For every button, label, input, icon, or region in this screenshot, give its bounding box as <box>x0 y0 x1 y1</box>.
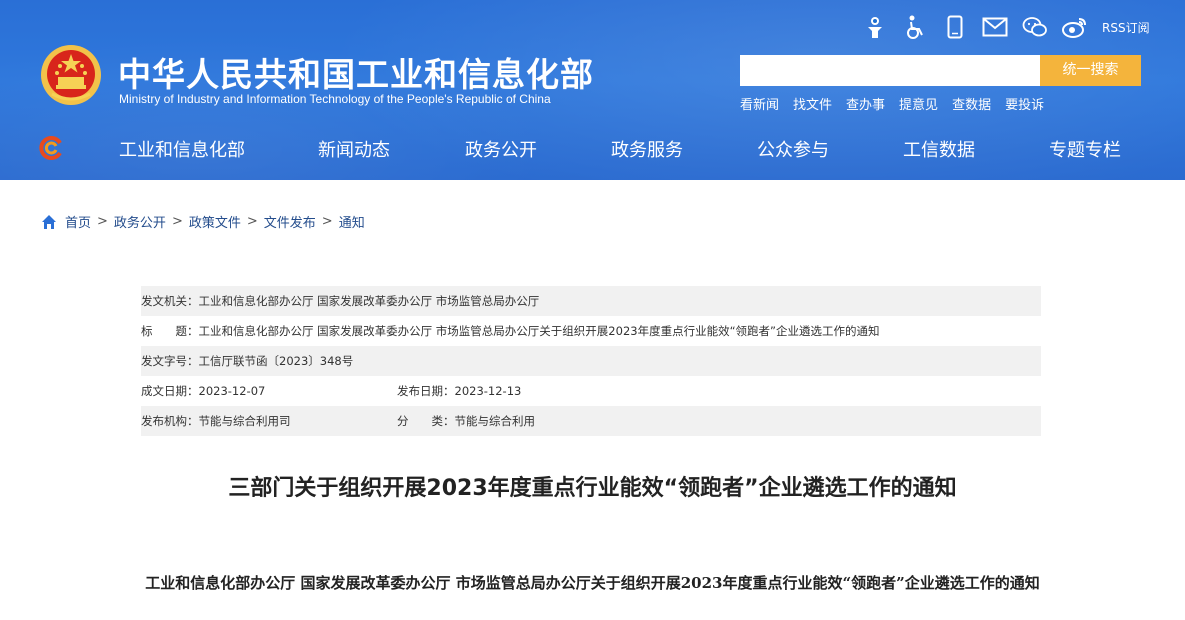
docno-label: 发文字号： <box>141 354 199 368</box>
document-info-table: 发文机关：工业和信息化部办公厅 国家发展改革委办公厅 市场监管总局办公厅 标 题… <box>141 286 1041 436</box>
info-row-dates: 成文日期：2023-12-07 发布日期：2023-12-13 <box>141 376 1041 406</box>
nav-item-news[interactable]: 新闻动态 <box>318 136 390 162</box>
nav-item-gov-open[interactable]: 政务公开 <box>465 136 537 162</box>
breadcrumb-policy[interactable]: 政策文件 <box>189 212 241 231</box>
nav-item-topics[interactable]: 专题专栏 <box>1049 136 1121 162</box>
info-row-org: 发布机构：节能与综合利用司 分 类：节能与综合利用 <box>141 406 1041 436</box>
site-title: 中华人民共和国工业和信息化部 <box>118 55 594 94</box>
home-icon[interactable] <box>41 214 57 230</box>
weibo-icon[interactable] <box>1060 12 1090 42</box>
breadcrumb-separator: > <box>97 214 108 229</box>
org-field: 发布机构：节能与综合利用司 <box>141 406 291 436</box>
accessibility-person-icon[interactable] <box>860 12 890 42</box>
org-value: 节能与综合利用司 <box>198 414 291 428</box>
site-header: 中华人民共和国工业和信息化部 Ministry of Industry and … <box>0 0 1185 180</box>
search-bar: 统一搜索 <box>740 55 1141 86</box>
quick-link-complaint[interactable]: 要投诉 <box>1005 94 1044 113</box>
quick-link-feedback[interactable]: 提意见 <box>899 94 938 113</box>
breadcrumb-release[interactable]: 文件发布 <box>264 212 316 231</box>
title-value: 工业和信息化部办公厅 国家发展改革委办公厅 市场监管总局办公厅关于组织开展202… <box>198 324 880 338</box>
nav-item-data[interactable]: 工信数据 <box>903 136 975 162</box>
docno-value: 工信厅联节函〔2023〕348号 <box>198 354 354 368</box>
nav-item-public[interactable]: 公众参与 <box>757 136 829 162</box>
wechat-icon[interactable] <box>1020 12 1050 42</box>
issuer-value: 工业和信息化部办公厅 国家发展改革委办公厅 市场监管总局办公厅 <box>198 294 540 308</box>
article-body-title: 工业和信息化部办公厅 国家发展改革委办公厅 市场监管总局办公厅关于组织开展202… <box>145 574 1040 592</box>
nav-item-gov-service[interactable]: 政务服务 <box>611 136 683 162</box>
pub-date-label: 发布日期： <box>397 384 455 398</box>
site-subtitle: Ministry of Industry and Information Tec… <box>119 92 551 106</box>
quick-link-services[interactable]: 查办事 <box>846 94 885 113</box>
category-label: 分 类： <box>397 414 455 428</box>
title-field: 标 题：工业和信息化部办公厅 国家发展改革委办公厅 市场监管总局办公厅关于组织开… <box>141 316 880 346</box>
info-row-title: 标 题：工业和信息化部办公厅 国家发展改革委办公厅 市场监管总局办公厅关于组织开… <box>141 316 1041 346</box>
docno-field: 发文字号：工信厅联节函〔2023〕348号 <box>141 346 353 376</box>
mobile-icon[interactable] <box>940 12 970 42</box>
quick-link-news[interactable]: 看新闻 <box>740 94 779 113</box>
article-title: 三部门关于组织开展2023年度重点行业能效“领跑者”企业遴选工作的通知 <box>228 476 957 501</box>
emblem-icon[interactable] <box>40 44 102 106</box>
breadcrumb-separator: > <box>246 214 258 229</box>
category-value: 节能与综合利用 <box>454 414 536 428</box>
top-toolbar: RSS订阅 <box>860 12 1150 42</box>
nav-item-miit[interactable]: 工业和信息化部 <box>119 136 245 162</box>
breadcrumb: 首页 > 政务公开 > 政策文件 > 文件发布 > 通知 <box>41 212 365 231</box>
title-label: 标 题： <box>141 324 199 338</box>
mail-icon[interactable] <box>980 12 1010 42</box>
wheelchair-icon[interactable] <box>900 12 930 42</box>
quick-link-files[interactable]: 找文件 <box>793 94 832 113</box>
pub-date-value: 2023-12-13 <box>454 384 522 398</box>
search-button[interactable]: 统一搜索 <box>1040 55 1141 86</box>
breadcrumb-gov-open[interactable]: 政务公开 <box>114 212 166 231</box>
breadcrumb-home[interactable]: 首页 <box>65 212 91 231</box>
made-date-label: 成文日期： <box>141 384 199 398</box>
made-date-value: 2023-12-07 <box>198 384 266 398</box>
breadcrumb-notice[interactable]: 通知 <box>339 212 365 231</box>
breadcrumb-separator: > <box>171 214 183 229</box>
quick-links: 看新闻 找文件 查办事 提意见 查数据 要投诉 <box>740 94 1058 113</box>
info-row-issuer: 发文机关：工业和信息化部办公厅 国家发展改革委办公厅 市场监管总局办公厅 <box>141 286 1041 316</box>
main-nav: 工业和信息化部 新闻动态 政务公开 政务服务 公众参与 工信数据 专题专栏 <box>0 122 1185 174</box>
made-date-field: 成文日期：2023-12-07 <box>141 376 265 406</box>
nav-logo-icon[interactable] <box>38 135 64 161</box>
breadcrumb-separator: > <box>321 214 333 229</box>
category-field: 分 类：节能与综合利用 <box>397 406 535 436</box>
issuer-field: 发文机关：工业和信息化部办公厅 国家发展改革委办公厅 市场监管总局办公厅 <box>141 286 539 316</box>
search-input[interactable] <box>740 55 1040 86</box>
org-label: 发布机构： <box>141 414 199 428</box>
quick-link-data[interactable]: 查数据 <box>952 94 991 113</box>
issuer-label: 发文机关： <box>141 294 199 308</box>
info-row-docno: 发文字号：工信厅联节函〔2023〕348号 <box>141 346 1041 376</box>
rss-link[interactable]: RSS订阅 <box>1102 19 1150 36</box>
pub-date-field: 发布日期：2023-12-13 <box>397 376 521 406</box>
